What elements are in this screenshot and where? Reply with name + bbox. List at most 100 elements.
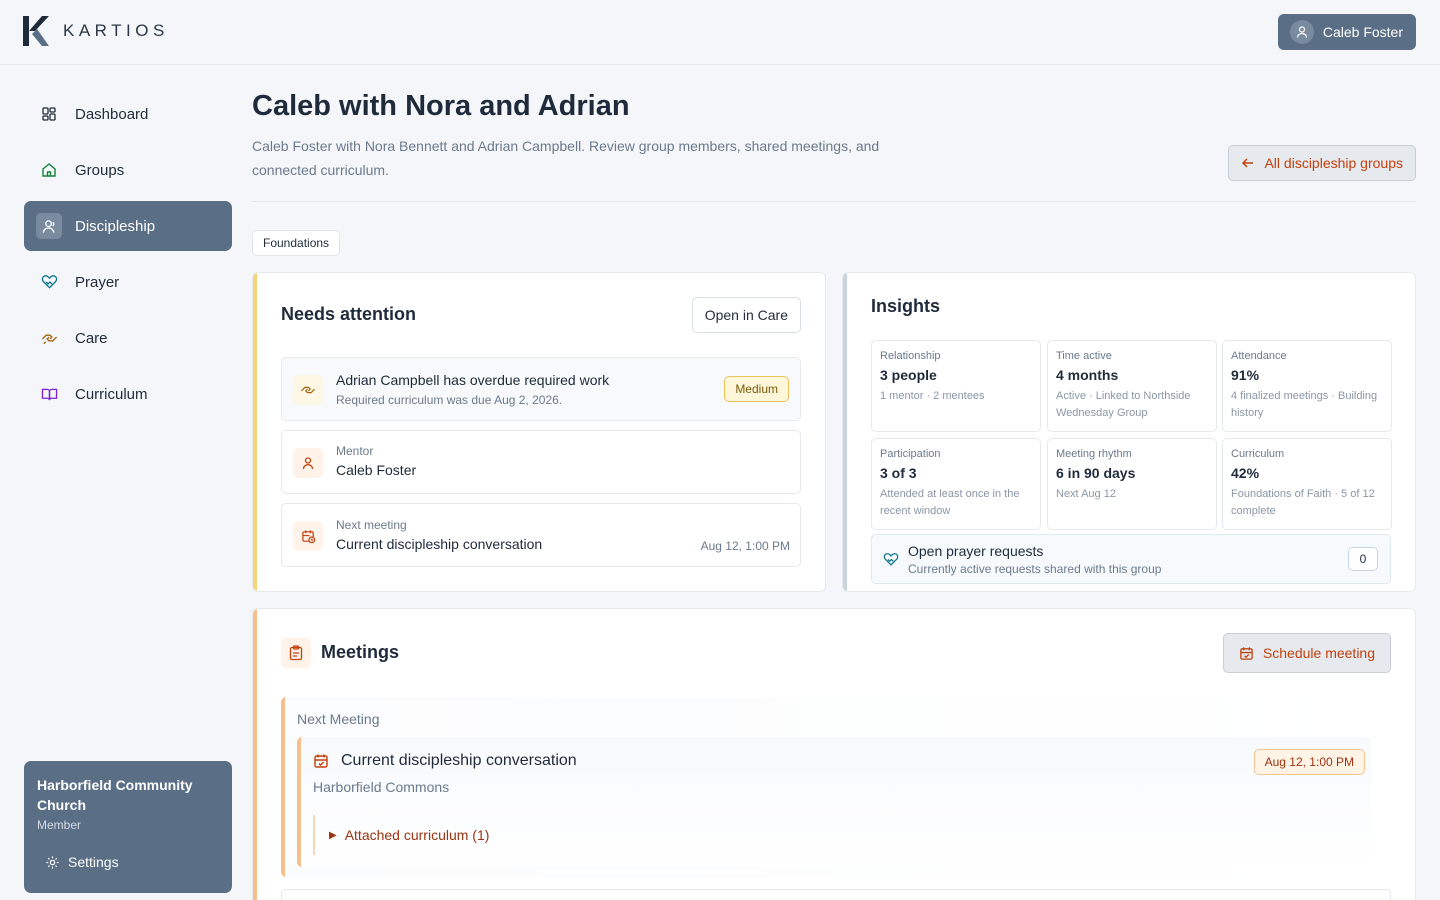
sidebar-item-discipleship[interactable]: Discipleship xyxy=(24,201,232,251)
stat-sub: Attended at least once in the recent win… xyxy=(880,488,1020,517)
stat-time-active: Time active 4 months Active · Linked to … xyxy=(1047,340,1217,432)
gear-icon xyxy=(46,855,59,869)
prayer-subtitle: Currently active requests shared with th… xyxy=(908,562,1162,576)
sidebar-item-prayer[interactable]: Prayer xyxy=(24,257,232,307)
mentor-label: Mentor xyxy=(336,444,374,458)
stat-curriculum: Curriculum 42% Foundations of Faith · 5 … xyxy=(1222,438,1392,530)
open-prayer-requests-row[interactable]: Open prayer requests Currently active re… xyxy=(871,534,1391,584)
meetings-card: Meetings Schedule meeting Next Meeting C… xyxy=(252,608,1416,900)
stat-sub: Active · Linked to Northside Wednesday G… xyxy=(1056,390,1191,419)
mentor-name: Caleb Foster xyxy=(336,462,417,478)
meeting-card[interactable]: Current discipleship conversation Harbor… xyxy=(297,737,1371,867)
brand-logo[interactable]: KARTIOS xyxy=(23,16,169,46)
open-in-care-button[interactable]: Open in Care xyxy=(691,297,801,333)
brand-name: KARTIOS xyxy=(63,21,169,40)
stat-value: 4 months xyxy=(1056,367,1119,383)
sidebar-item-groups[interactable]: Groups xyxy=(24,145,232,195)
card-accent xyxy=(843,273,847,591)
settings-link[interactable]: Settings xyxy=(37,854,219,870)
user-menu-button[interactable]: Caleb Foster xyxy=(1277,14,1416,50)
severity-badge: Medium xyxy=(724,376,789,402)
stat-label: Curriculum xyxy=(1231,448,1285,460)
meeting-date-badge: Aug 12, 1:00 PM xyxy=(1253,749,1365,775)
sidebar-item-label: Discipleship xyxy=(75,217,156,235)
card-accent xyxy=(253,273,257,591)
attached-curriculum-label: Attached curriculum (1) xyxy=(344,827,490,843)
sidebar-item-label: Dashboard xyxy=(75,105,149,123)
sidebar-nav: Dashboard Groups Discipleship Prayer Car… xyxy=(24,89,232,425)
all-discipleship-groups-button[interactable]: All discipleship groups xyxy=(1228,145,1416,181)
schedule-meeting-button[interactable]: Schedule meeting xyxy=(1222,633,1391,673)
stat-value: 3 people xyxy=(880,367,937,383)
clipboard-icon xyxy=(281,638,311,668)
sidebar-item-label: Curriculum xyxy=(75,385,148,403)
next-meeting-label: Next meeting xyxy=(336,518,407,532)
insights-card: Insights Relationship 3 people 1 mentor … xyxy=(842,272,1416,592)
stat-sub: 4 finalized meetings · Building history xyxy=(1231,390,1378,419)
stat-sub: Foundations of Faith · 5 of 12 complete xyxy=(1231,488,1375,517)
stat-attendance: Attendance 91% 4 finalized meetings · Bu… xyxy=(1222,340,1392,432)
stat-meeting-rhythm: Meeting rhythm 6 in 90 days Next Aug 12 xyxy=(1047,438,1217,530)
user-name: Caleb Foster xyxy=(1322,24,1403,40)
arrow-left-icon xyxy=(1242,158,1254,168)
schedule-meeting-label: Schedule meeting xyxy=(1262,645,1375,661)
meeting-list-item[interactable] xyxy=(281,889,1391,900)
overdue-alert[interactable]: Adrian Campbell has overdue required wor… xyxy=(281,357,801,421)
stat-value: 6 in 90 days xyxy=(1056,465,1136,481)
back-button-label: All discipleship groups xyxy=(1264,155,1403,171)
stat-value: 3 of 3 xyxy=(880,465,917,481)
heart-hands-icon xyxy=(883,553,899,566)
avatar xyxy=(1289,20,1314,44)
handshake-icon xyxy=(38,327,60,349)
meeting-title: Current discipleship conversation xyxy=(341,752,577,769)
stat-label: Attendance xyxy=(1231,350,1287,362)
insights-title: Insights xyxy=(871,296,941,316)
calendar-icon xyxy=(314,754,328,768)
next-meeting-title: Current discipleship conversation xyxy=(336,536,543,552)
next-meeting-heading: Next Meeting xyxy=(297,711,380,727)
sidebar-item-label: Groups xyxy=(75,161,125,179)
alert-title: Adrian Campbell has overdue required wor… xyxy=(336,372,610,388)
page-description: Caleb Foster with Nora Bennett and Adria… xyxy=(252,138,880,178)
page-title: Caleb with Nora and Adrian xyxy=(252,90,630,122)
book-icon xyxy=(38,383,60,405)
next-meeting-time: Aug 12, 1:00 PM xyxy=(700,539,790,553)
top-bar: KARTIOS Caleb Foster xyxy=(0,0,1440,65)
prayer-count-badge: 0 xyxy=(1348,547,1378,571)
stat-label: Time active xyxy=(1056,350,1112,362)
home-icon xyxy=(38,159,60,181)
meeting-location: Harborfield Commons xyxy=(313,779,450,795)
curriculum-tag[interactable]: Foundations xyxy=(252,230,341,256)
sidebar-item-label: Care xyxy=(75,329,108,347)
sidebar-item-curriculum[interactable]: Curriculum xyxy=(24,369,232,419)
sidebar-item-label: Prayer xyxy=(75,273,120,291)
organization-name: Harborfield Community Church xyxy=(37,777,193,813)
header-divider xyxy=(252,201,1416,202)
sidebar-item-care[interactable]: Care xyxy=(24,313,232,363)
organization-card: Harborfield Community Church Member Sett… xyxy=(24,761,232,893)
needs-attention-card: Needs attention Open in Care Adrian Camp… xyxy=(252,272,826,592)
calendar-clock-icon xyxy=(293,521,323,551)
next-meeting-row[interactable]: Next meeting Current discipleship conver… xyxy=(281,503,801,567)
stat-label: Meeting rhythm xyxy=(1056,448,1132,460)
stat-sub: Next Aug 12 xyxy=(1056,488,1116,500)
stat-value: 42% xyxy=(1231,465,1260,481)
settings-label: Settings xyxy=(68,854,119,870)
prayer-title: Open prayer requests xyxy=(908,543,1044,559)
calendar-check-icon xyxy=(1240,646,1253,660)
alert-subtitle: Required curriculum was due Aug 2, 2026. xyxy=(336,393,563,407)
stat-participation: Participation 3 of 3 Attended at least o… xyxy=(871,438,1041,530)
stat-value: 91% xyxy=(1231,367,1260,383)
card-accent xyxy=(253,609,257,900)
heart-hands-icon xyxy=(38,271,60,293)
stat-relationship: Relationship 3 people 1 mentor · 2 mente… xyxy=(871,340,1041,432)
meetings-title: Meetings xyxy=(321,642,400,662)
sidebar-item-dashboard[interactable]: Dashboard xyxy=(24,89,232,139)
dashboard-icon xyxy=(38,103,60,125)
attached-curriculum-toggle[interactable]: ▶ Attached curriculum (1) xyxy=(313,815,1367,855)
next-meeting-section: Next Meeting Current discipleship conver… xyxy=(281,697,1391,877)
needs-attention-title: Needs attention xyxy=(281,304,417,324)
user-icon xyxy=(1296,26,1307,38)
organization-role: Member xyxy=(37,818,82,832)
stat-label: Participation xyxy=(880,448,941,460)
